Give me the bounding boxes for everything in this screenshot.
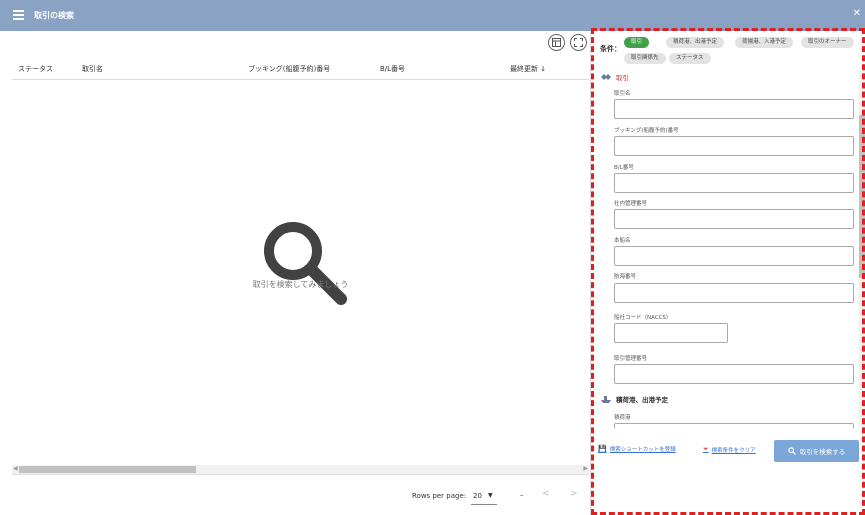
chip-trade-partner[interactable]: 取引関係先: [624, 53, 666, 64]
column-header-status[interactable]: ステータス: [18, 64, 53, 74]
save-icon: 💾: [598, 445, 607, 453]
empty-message: 取引を検索してみましょう: [252, 280, 349, 289]
chip-loading-port[interactable]: 積荷港、出港予定: [666, 37, 725, 48]
trade-name-input[interactable]: [614, 99, 854, 119]
vessel-name-input[interactable]: [614, 246, 854, 266]
chip-trade[interactable]: 取引: [624, 37, 650, 48]
column-header-trade-name[interactable]: 取引名: [82, 64, 103, 74]
field-label-internal-number: 社内管理番号: [614, 201, 648, 207]
field-label-loading-port: 積荷港: [614, 415, 631, 421]
chevron-left-icon[interactable]: <: [542, 489, 550, 499]
pagination: Rows per page: 20 ▼ – < >: [12, 474, 589, 514]
column-settings-icon[interactable]: [548, 34, 565, 51]
column-header-last-updated[interactable]: 最終更新 ↓: [510, 64, 546, 74]
trade-management-number-input[interactable]: [614, 364, 854, 384]
empty-state: [12, 80, 589, 470]
search-trades-button[interactable]: 取引を検索する: [774, 440, 859, 462]
save-shortcut-label: 検索ショートカットを登録: [609, 447, 676, 453]
select-underline: [471, 504, 497, 505]
table-header: ステータス 取引名 ブッキング(船腹予約)番号 B/L番号 最終更新 ↓: [12, 56, 589, 80]
scroll-right-icon[interactable]: ▶: [583, 465, 588, 472]
list-icon[interactable]: [13, 10, 24, 20]
horizontal-scrollbar[interactable]: ◀ ▶: [12, 465, 589, 474]
field-label-vessel-name: 本船名: [614, 238, 631, 244]
page-range: –: [520, 491, 524, 499]
search-icon: [264, 222, 347, 305]
clear-conditions-link[interactable]: ⏷ 検索条件をクリア: [703, 445, 756, 454]
field-label-voyage-number: 航海番号: [614, 274, 637, 280]
booking-number-input[interactable]: [614, 136, 854, 156]
clear-conditions-label: 検索条件をクリア: [711, 447, 756, 454]
bl-number-input[interactable]: [614, 173, 854, 193]
column-header-booking-number[interactable]: ブッキング(船腹予約)番号: [248, 64, 330, 74]
section-loading: 積荷港、出港予定: [601, 394, 668, 404]
field-label-bl-number: B/L番号: [614, 165, 634, 171]
table-tools: [548, 34, 587, 51]
ship-icon: [601, 396, 611, 403]
section-loading-title: 積荷港、出港予定: [616, 396, 668, 404]
voyage-number-input[interactable]: [614, 283, 854, 303]
expand-icon[interactable]: [570, 34, 587, 51]
filter-clear-icon: ⏷: [703, 445, 709, 453]
chip-status[interactable]: ステータス: [669, 53, 711, 64]
scroll-left-icon[interactable]: ◀: [13, 465, 18, 472]
scrollbar-thumb[interactable]: [859, 115, 865, 278]
chevron-down-icon[interactable]: ▼: [488, 492, 493, 499]
vertical-scrollbar[interactable]: [859, 70, 865, 428]
search-panel: 条件： 取引 積荷港、出港予定 荷揚港、入港予定 取引のオーナー 取引関係先 ス…: [592, 28, 865, 515]
chevron-right-icon[interactable]: >: [570, 489, 578, 499]
section-trade-title: 取引: [616, 74, 629, 82]
close-icon[interactable]: ✕: [853, 8, 861, 19]
conditions-label: 条件：: [600, 45, 621, 53]
section-trade: 取引: [601, 72, 629, 82]
save-shortcut-link[interactable]: 💾 検索ショートカットを登録: [598, 445, 676, 453]
column-header-bl-number[interactable]: B/L番号: [380, 64, 405, 74]
rows-per-page-select[interactable]: 20: [473, 492, 482, 500]
carrier-code-input[interactable]: [614, 323, 728, 343]
handshake-icon: [601, 74, 611, 80]
window-title: 取引の検索: [34, 11, 74, 20]
search-icon: [788, 447, 796, 455]
search-trades-label: 取引を検索する: [799, 448, 846, 456]
loading-port-input[interactable]: [614, 423, 854, 429]
scrollbar-thumb[interactable]: [19, 466, 196, 473]
rows-per-page-label: Rows per page:: [412, 492, 467, 500]
chip-trade-owner[interactable]: 取引のオーナー: [801, 37, 854, 48]
field-label-carrier-code: 船社コード（NACCS）: [614, 315, 672, 321]
field-label-booking-number: ブッキング(船腹予約)番号: [614, 128, 679, 134]
chip-discharge-port[interactable]: 荷揚港、入港予定: [735, 37, 794, 48]
window-titlebar: 取引の検索 ✕: [0, 0, 865, 31]
panel-divider: [590, 31, 591, 515]
field-label-trade-management-number: 取引管理番号: [614, 356, 648, 362]
action-bar: 💾 検索ショートカットを登録 ⏷ 検索条件をクリア 取引を検索する: [592, 437, 865, 515]
field-label-trade-name: 取引名: [614, 91, 631, 97]
results-panel: ステータス 取引名 ブッキング(船腹予約)番号 B/L番号 最終更新 ↓ 取引を…: [12, 31, 589, 515]
internal-number-input[interactable]: [614, 209, 854, 229]
